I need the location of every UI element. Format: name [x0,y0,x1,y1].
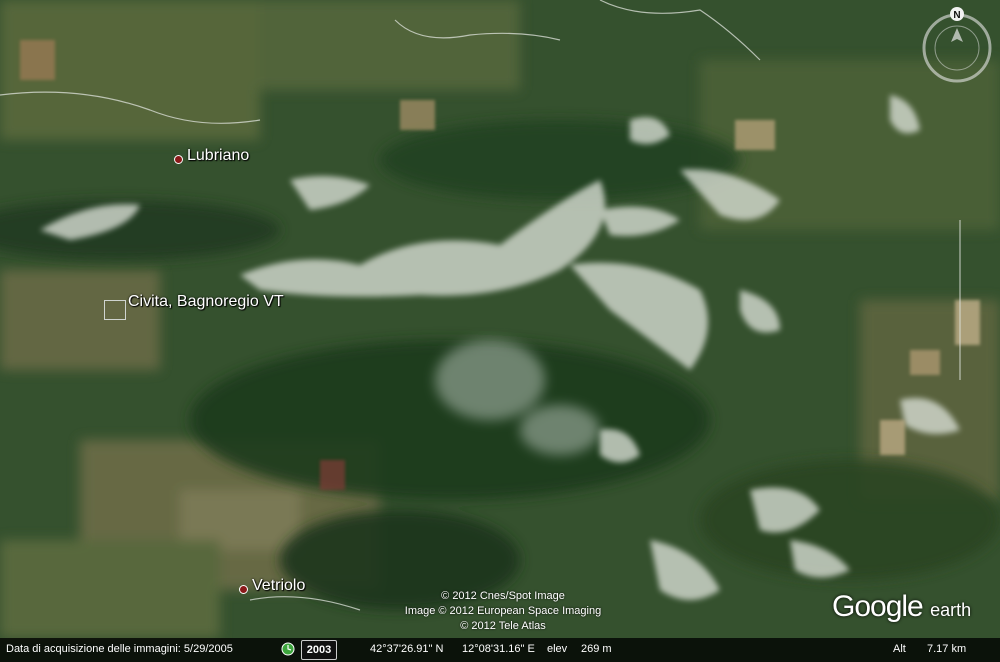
latitude: 42°37'26.91" N [370,643,444,655]
longitude: 12°08'31.16" E [462,643,535,655]
elevation-label: elev [547,643,568,655]
acquisition-date: Data di acquisizione delle immagini: 5/2… [6,643,233,655]
vetriolo-marker[interactable] [239,585,248,594]
altitude-label: Alt [893,643,906,655]
copyright-line-1: © 2012 Cnes/Spot Image [441,590,565,602]
lubriano-label[interactable]: Lubriano [187,147,249,165]
civita-marker[interactable] [104,300,126,320]
google-earth-logo: Google earth [832,590,971,624]
north-arrow-icon [951,28,963,42]
elevation-value: 269 m [581,643,612,655]
historical-imagery-year[interactable]: 2003 [301,640,337,660]
clock-icon[interactable] [281,642,295,656]
vetriolo-label[interactable]: Vetriolo [252,577,305,595]
status-bar: Data di acquisizione delle immagini: 5/2… [0,638,1000,662]
copyright-line-2: Image © 2012 European Space Imaging [404,605,602,617]
lubriano-marker[interactable] [174,155,183,164]
logo-earth-text: earth [930,600,972,620]
civita-label[interactable]: Civita, Bagnoregio VT [128,293,284,311]
copyright-line-3: © 2012 Tele Atlas [460,620,546,632]
north-label: N [953,10,960,21]
altitude-value: 7.17 km [927,643,967,655]
satellite-terrain[interactable] [0,0,1000,662]
compass-icon[interactable]: N [918,6,996,86]
look-ring-icon[interactable] [922,13,992,83]
logo-google-text: Google [832,590,924,623]
